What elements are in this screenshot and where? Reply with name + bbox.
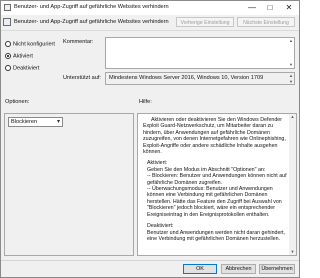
apply-button[interactable]: Übernehmen: [259, 264, 295, 274]
supported-on-label: Unterstützt auf:: [63, 75, 101, 81]
comment-label: Kommentar:: [63, 39, 94, 45]
supported-on-value: Mindestens Windows Server 2016, Windows …: [109, 75, 264, 81]
options-panel: Blockieren ▾: [4, 113, 134, 256]
help-panel: Aktivieren oder deaktivieren Sie den Win…: [137, 113, 297, 256]
divider: [1, 260, 299, 261]
close-button[interactable]: ✕: [282, 1, 296, 15]
setting-title: Benutzer- und App-Zugriff auf gefährlich…: [14, 19, 169, 25]
radio-circle: [5, 41, 11, 47]
radio-circle-selected: [5, 53, 11, 59]
help-paragraph: Aktivieren oder deaktivieren Sie den Win…: [143, 117, 286, 156]
window-title: Benutzer- und App-Zugriff auf gefährlich…: [14, 4, 169, 10]
options-label: Optionen:: [5, 99, 30, 105]
previous-setting-button[interactable]: Vorherige Einstellung: [176, 17, 234, 27]
minimize-button[interactable]: —: [245, 1, 259, 15]
scroll-down-icon[interactable]: ▼: [288, 79, 294, 84]
mode-dropdown-value: Blockieren: [11, 119, 38, 125]
radio-disabled[interactable]: Deaktiviert: [5, 65, 39, 71]
policy-setting-dialog: Benutzer- und App-Zugriff auf gefährlich…: [0, 0, 300, 278]
radio-label: Aktiviert: [13, 53, 33, 60]
scroll-up-icon[interactable]: ▲: [289, 114, 296, 120]
scroll-down-icon[interactable]: ▼: [289, 249, 296, 255]
mode-dropdown[interactable]: Blockieren ▾: [8, 117, 63, 127]
policy-icon: [4, 4, 11, 11]
help-scrollbar[interactable]: ▲ ▼: [289, 114, 296, 255]
scroll-down-icon[interactable]: ▼: [288, 62, 294, 68]
radio-not-configured[interactable]: Nicht konfiguriert: [5, 41, 55, 47]
scroll-up-icon[interactable]: ▲: [288, 38, 294, 44]
setting-header: Benutzer- und App-Zugriff auf gefährlich…: [1, 15, 299, 31]
scroll-up-icon[interactable]: ▲: [288, 73, 294, 78]
ok-button[interactable]: OK: [183, 264, 217, 274]
next-setting-button[interactable]: Nächste Einstellung: [237, 17, 295, 27]
supported-on-field: Mindestens Windows Server 2016, Windows …: [105, 72, 295, 85]
maximize-button[interactable]: □: [263, 1, 277, 15]
radio-label: Nicht konfiguriert: [13, 41, 55, 48]
radio-circle: [5, 65, 11, 71]
radio-label: Deaktiviert: [13, 65, 40, 72]
help-paragraph: Aktiviert: Geben Sie den Modus im Abschn…: [147, 160, 287, 218]
radio-enabled[interactable]: Aktiviert: [5, 53, 33, 59]
help-label: Hilfe:: [139, 99, 152, 105]
cancel-button[interactable]: Abbrechen: [221, 264, 256, 274]
title-bar[interactable]: Benutzer- und App-Zugriff auf gefährlich…: [1, 1, 299, 15]
help-paragraph: Deaktiviert: Benutzer und Anwendungen we…: [147, 223, 286, 242]
chevron-down-icon: ▾: [56, 119, 60, 125]
help-text: Aktivieren oder deaktivieren Sie den Win…: [143, 117, 288, 247]
comment-textarea[interactable]: ▲ ▼: [105, 37, 295, 69]
setting-icon: [3, 18, 11, 26]
